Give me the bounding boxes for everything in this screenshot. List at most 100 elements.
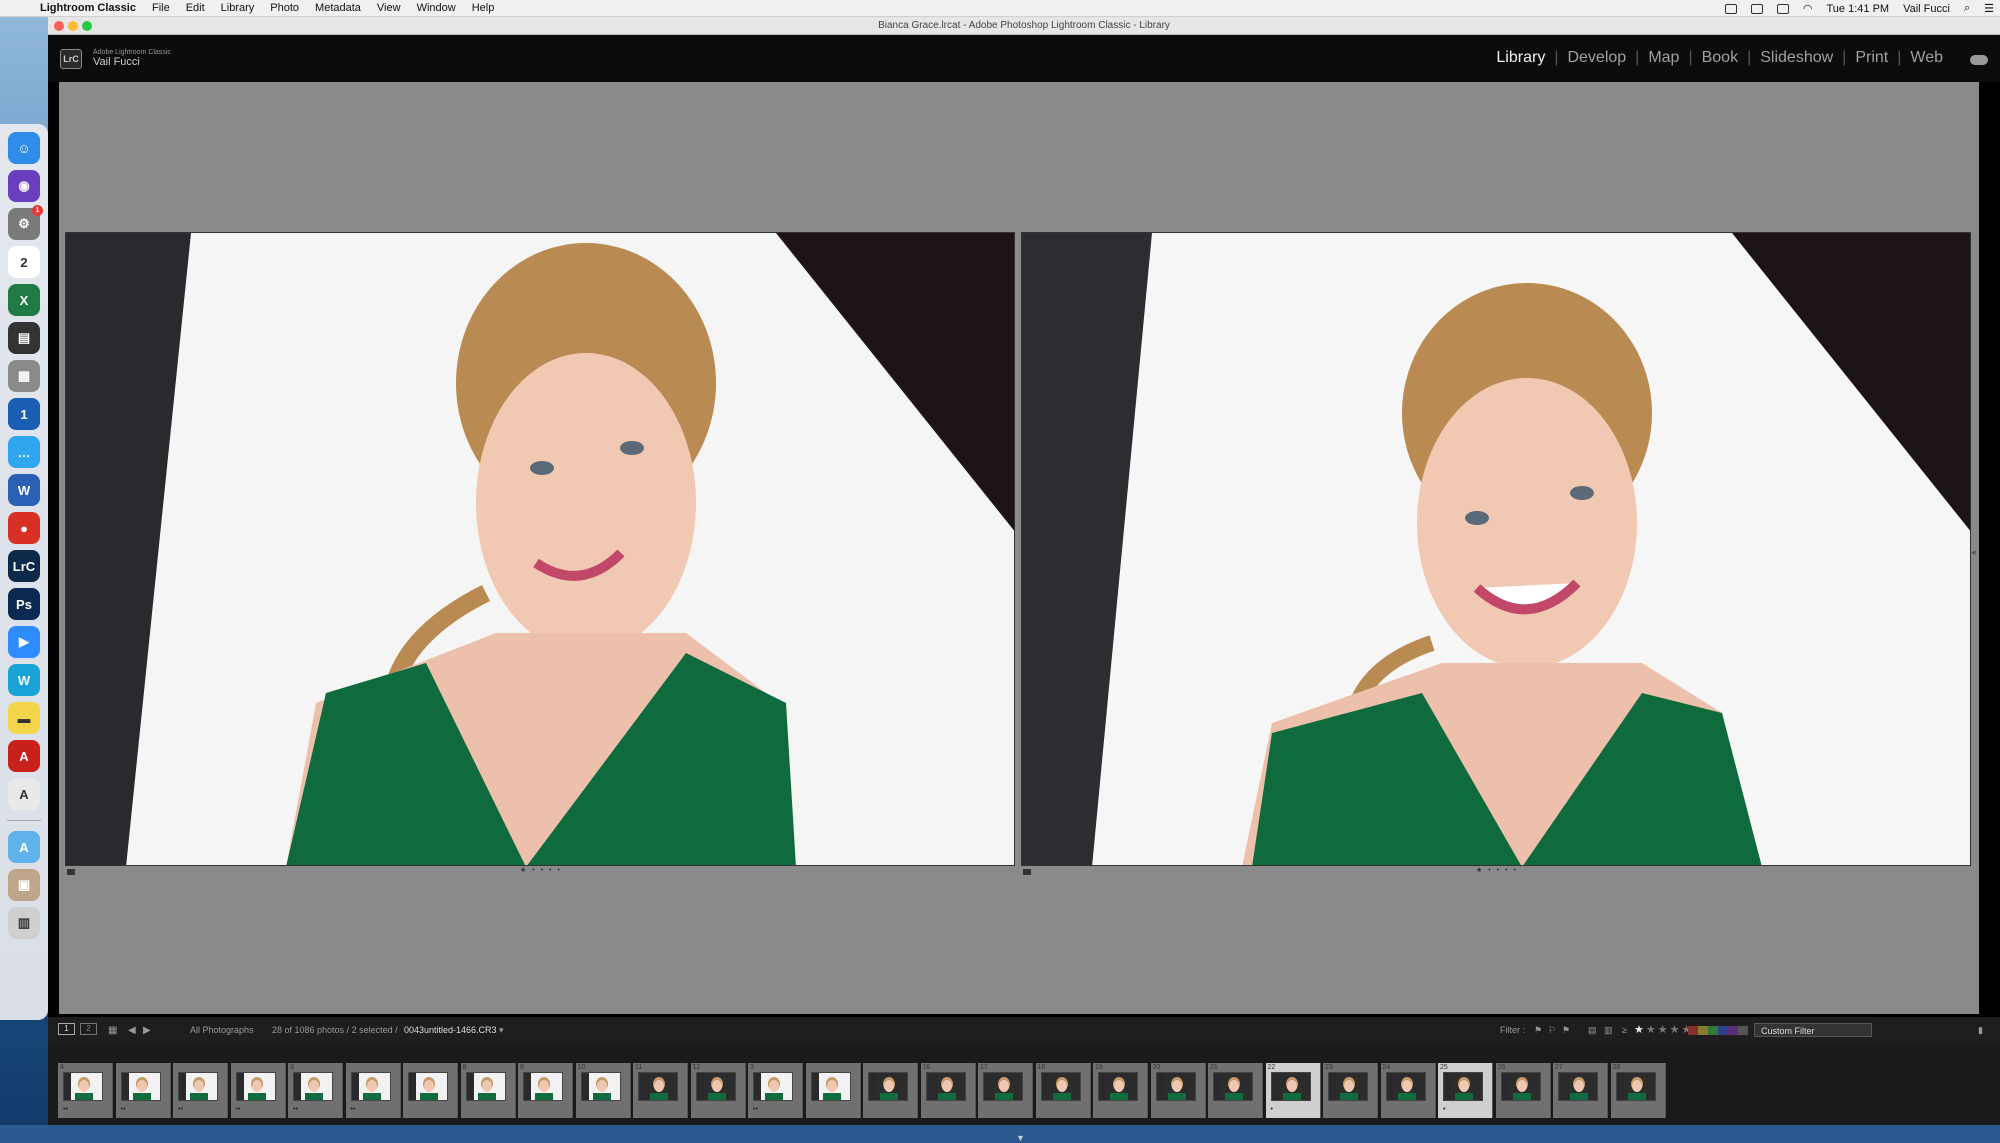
menu-metadata[interactable]: Metadata [307, 2, 369, 14]
filmstrip-thumbnail[interactable]: 22 • [1265, 1063, 1321, 1118]
color-label-swatch[interactable] [1728, 1026, 1738, 1035]
module-library[interactable]: Library [1487, 49, 1554, 67]
module-develop[interactable]: Develop [1558, 49, 1635, 67]
stickies-icon[interactable]: ▬ [8, 702, 40, 734]
filmstrip-thumbnail[interactable]: 26 [1495, 1063, 1551, 1118]
forward-arrow-icon[interactable]: ▶ [143, 1025, 151, 1036]
filmstrip-thumbnail[interactable]: •• [230, 1063, 286, 1118]
filmstrip-thumbnail[interactable]: 4 •• [58, 1063, 113, 1118]
acrobat-icon[interactable]: A [8, 740, 40, 772]
color-label-swatch[interactable] [1738, 1026, 1748, 1035]
excel-icon[interactable]: X [8, 284, 40, 316]
select-photo[interactable] [65, 232, 1015, 866]
filmstrip-thumbnail[interactable]: 18 [1035, 1063, 1091, 1118]
status-menu-icon[interactable] [1724, 3, 1737, 14]
trash-icon[interactable]: ▥ [8, 907, 40, 939]
rating-stars[interactable]: ★ • • • • [1476, 866, 1518, 874]
filmstrip-thumbnail[interactable]: 3 •• [748, 1063, 803, 1118]
back-arrow-icon[interactable]: ◀ [128, 1025, 136, 1036]
menu-window[interactable]: Window [409, 2, 464, 14]
app-menu[interactable]: Lightroom Classic [30, 2, 144, 14]
selected-filename[interactable]: 0043untitled-1466.CR3 [404, 1025, 497, 1035]
filmstrip-thumbnail[interactable]: 24 [1380, 1063, 1436, 1118]
filmstrip-thumbnail[interactable]: 28 [1610, 1063, 1666, 1118]
edit-filter-icon[interactable]: ▤ [1588, 1025, 1597, 1036]
filmstrip-thumbnail[interactable]: 20 [1150, 1063, 1206, 1118]
1password-icon[interactable]: 1 [8, 398, 40, 430]
menu-file[interactable]: File [144, 2, 178, 14]
rating-stars[interactable]: ★ • • • • [520, 866, 562, 874]
filmstrip-toggle-icon[interactable]: ▼ [1016, 1133, 1025, 1143]
filmstrip-thumbnail[interactable]: 12 [690, 1063, 746, 1118]
grid-view-icon[interactable]: ▦ [108, 1025, 117, 1036]
calendar-icon[interactable]: 2 [8, 246, 40, 278]
minimize-window-icon[interactable] [68, 21, 78, 31]
filename-dropdown-icon[interactable]: ▾ [499, 1025, 504, 1036]
photo-preview-icon[interactable]: ▣ [8, 869, 40, 901]
menubar-user[interactable]: Vail Fucci [1903, 3, 1950, 15]
calculator-icon[interactable]: ▦ [8, 360, 40, 392]
filmstrip-thumbnail[interactable] [805, 1063, 861, 1118]
applications-folder-icon[interactable]: A [8, 831, 40, 863]
module-map[interactable]: Map [1639, 49, 1688, 67]
chrome-icon[interactable]: ● [8, 512, 40, 544]
color-label-swatch[interactable] [1688, 1026, 1698, 1035]
lightroom-classic-icon[interactable]: LrC [8, 550, 40, 582]
menu-view[interactable]: View [369, 2, 409, 14]
flag-filter-icon[interactable]: ⚑ [1562, 1025, 1570, 1036]
rating-filter-stars[interactable]: ★★★★★ [1634, 1023, 1693, 1036]
siri-icon[interactable]: ◉ [8, 170, 40, 202]
color-label-swatch[interactable] [1698, 1026, 1708, 1035]
cloud-sync-icon[interactable] [1970, 55, 1988, 65]
filmstrip-thumbnail[interactable] [403, 1063, 458, 1118]
filmstrip-thumbnail[interactable]: 16 [920, 1063, 976, 1118]
system-preferences-icon[interactable]: ⚙ 1 [8, 205, 43, 240]
filmstrip-thumbnail[interactable] [863, 1063, 918, 1118]
dropbox-icon[interactable] [1750, 3, 1763, 14]
display-icon[interactable] [1776, 3, 1789, 14]
finder-icon[interactable]: ☺ [8, 132, 40, 164]
printer-icon[interactable]: ▤ [8, 322, 40, 354]
wifi-icon[interactable]: ◠ [1803, 2, 1813, 15]
rating-operator[interactable]: ≥ [1622, 1025, 1627, 1035]
module-slideshow[interactable]: Slideshow [1751, 49, 1842, 67]
filmstrip-thumbnail[interactable]: 17 [978, 1063, 1033, 1118]
flag-icon[interactable] [1023, 869, 1031, 875]
filmstrip-thumbnail[interactable]: 19 [1093, 1063, 1148, 1118]
source-label[interactable]: All Photographs [190, 1025, 254, 1035]
custom-filter-dropdown[interactable]: Custom Filter [1754, 1023, 1872, 1037]
zoom-window-icon[interactable] [82, 21, 92, 31]
filmstrip-thumbnail[interactable]: •• [173, 1063, 228, 1118]
filmstrip-thumbnail[interactable]: 3 •• [288, 1063, 343, 1118]
secondary-window-button[interactable]: 2 [80, 1023, 97, 1035]
clock[interactable]: Tue 1:41 PM [1827, 3, 1890, 15]
flag-icon[interactable] [67, 869, 75, 875]
filmstrip-thumbnail[interactable]: 8 [460, 1063, 516, 1118]
candidate-photo[interactable] [1021, 232, 1971, 866]
menu-library[interactable]: Library [213, 2, 263, 14]
filmstrip-thumbnail[interactable]: 27 [1553, 1063, 1608, 1118]
virtual-copy-filter-icon[interactable]: ▥ [1604, 1025, 1613, 1036]
right-panel-toggle-icon[interactable]: ◂ [1971, 547, 1977, 557]
color-label-swatch[interactable] [1718, 1026, 1728, 1035]
module-web[interactable]: Web [1901, 49, 1952, 67]
zoom-icon[interactable]: ▶ [8, 626, 40, 658]
color-label-swatch[interactable] [1708, 1026, 1718, 1035]
flag-filter-icon[interactable]: ⚐ [1548, 1025, 1556, 1036]
filmstrip-thumbnail[interactable]: 10 [575, 1063, 631, 1118]
spotlight-icon[interactable]: ⌕ [1964, 2, 1970, 15]
filmstrip-thumbnail[interactable]: •• [345, 1063, 401, 1118]
menu-edit[interactable]: Edit [178, 2, 213, 14]
primary-window-button[interactable]: 1 [58, 1023, 75, 1035]
filmstrip-thumbnail[interactable]: •• [115, 1063, 171, 1118]
filter-lock-icon[interactable]: ▮ [1978, 1025, 1983, 1036]
filmstrip-thumbnail[interactable]: 11 [633, 1063, 688, 1118]
close-window-icon[interactable] [54, 21, 64, 31]
webex-icon[interactable]: W [8, 664, 40, 696]
text-edit-icon[interactable]: A [8, 778, 40, 810]
filmstrip-thumbnail[interactable]: 25 • [1438, 1063, 1493, 1118]
filmstrip-thumbnail[interactable]: 21 [1208, 1063, 1263, 1118]
filmstrip-thumbnail[interactable]: 9 [518, 1063, 573, 1118]
control-center-icon[interactable]: ☰ [1984, 2, 1994, 15]
identity-plate[interactable]: Adobe Lightroom Classic Vail Fucci [93, 49, 171, 68]
